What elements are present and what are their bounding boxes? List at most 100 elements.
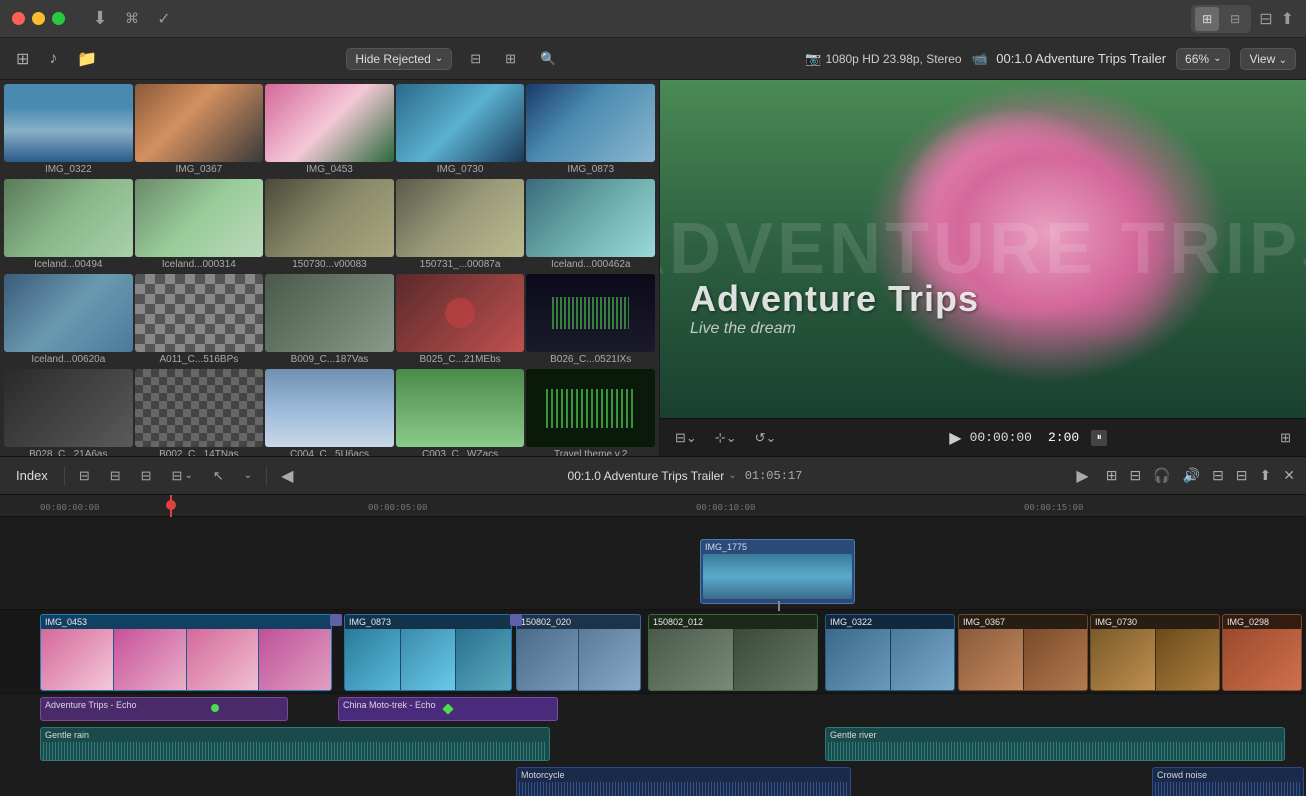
media-item[interactable]: IMG_0873 [526,84,655,177]
clip-height-btn-2[interactable]: ⊟ [135,465,158,487]
media-thumbnail [4,274,133,352]
zoom-out-btn[interactable]: ⊟ [1126,464,1144,487]
layout-btn[interactable]: ⊞ [499,48,522,70]
audio-clip-gentle-river[interactable]: Gentle river [825,727,1285,761]
media-browser: IMG_0322 IMG_0367 IMG_0453 IMG_0730 IMG_… [0,80,660,456]
select-tool-btn[interactable]: ↖ [207,465,230,487]
close-button[interactable] [12,12,25,25]
media-item[interactable]: Iceland...00620a [4,274,133,367]
video-clip-img0367[interactable]: IMG_0367 [958,614,1088,691]
video-clip-150802-012[interactable]: 150802_012 [648,614,818,691]
play-button[interactable]: ▶ [949,428,961,448]
overlay-subtitle: Live the dream [690,320,979,338]
viewer-settings-btn[interactable]: ⊟⌄ [670,428,702,448]
chevron-icon: ⌄ [435,53,443,64]
clip-label: IMG_1775 [701,540,854,554]
clip-view-btn[interactable]: ⊟ [1209,464,1227,487]
zoom-value: 66% [1185,52,1209,66]
media-item[interactable]: IMG_0367 [135,84,264,177]
audio-clip-adventure-trips[interactable]: Adventure Trips - Echo [40,697,288,721]
media-item[interactable]: B009_C...187Vas [265,274,394,367]
video-clip-img0730[interactable]: IMG_0730 [1090,614,1220,691]
media-item[interactable]: IMG_0322 [4,84,133,177]
hide-rejected-button[interactable]: Hide Rejected ⌄ [346,48,452,70]
media-item[interactable]: B025_C...21MEbs [396,274,525,367]
viewer-color-btn[interactable]: ↺⌄ [750,428,782,448]
timecode-display: 00:00:00 [970,430,1032,445]
video-clip-img0298[interactable]: IMG_0298 [1222,614,1302,691]
media-thumbnail [265,179,394,257]
key-icon[interactable]: ⌘ [120,7,144,31]
video-clip-150802-020[interactable]: 150802_020 [516,614,641,691]
toolbar-right: 📷 1080p HD 23.98p, Stereo 📹 00:1.0 Adven… [805,48,1296,70]
traffic-lights: ⬇ ⌘ ✓ [12,7,176,31]
view-label: View [1249,52,1275,66]
timeline-tracks: 00:00:00:00 00:00:05:00 00:00:10:00 00:0… [0,495,1306,796]
duration-display: 2:00 [1048,430,1079,445]
media-item[interactable]: Iceland...000462a [526,179,655,272]
lifted-clip[interactable]: IMG_1775 [700,539,855,604]
maximize-button[interactable] [52,12,65,25]
video-clip-img0453[interactable]: IMG_0453 [40,614,332,691]
clip-frame [401,629,456,690]
check-icon[interactable]: ✓ [152,7,176,31]
next-clip-btn[interactable]: ▶ [1070,463,1094,489]
media-thumbnail [135,369,264,447]
headphones-btn[interactable]: 🎧 [1150,464,1173,487]
media-thumbnail [4,179,133,257]
minimize-button[interactable] [32,12,45,25]
index-panel-btn[interactable]: ⊟ [1233,464,1251,487]
media-item[interactable]: IMG_0730 [396,84,525,177]
media-item[interactable]: C003_C...WZacs [396,369,525,456]
media-thumbnail [265,369,394,447]
grid-view-icon[interactable]: ⊞ [1195,7,1219,31]
music-btn[interactable]: ♪ [43,47,63,71]
zoom-in-btn[interactable]: ⊞ [1103,464,1121,487]
library-btn[interactable]: ⊞ [10,46,35,72]
media-item[interactable]: 150731_...00087a [396,179,525,272]
share-btn[interactable]: ⬆ [1257,464,1275,487]
media-item[interactable]: Iceland...00494 [4,179,133,272]
clip-frame [456,629,511,690]
projects-btn[interactable]: 📁 [71,46,103,72]
media-item[interactable]: B026_C...0521IXs [526,274,655,367]
search-btn[interactable]: 🔍 [534,48,562,70]
audio-clip-china-moto-trek[interactable]: China Moto-trek - Echo [338,697,558,721]
clip-frame [187,629,259,690]
tool-options-btn[interactable]: ⌄ [238,467,258,484]
clip-connection-line [778,601,780,611]
media-item[interactable]: IMG_0453 [265,84,394,177]
index-button[interactable]: Index [8,465,56,486]
media-label: IMG_0873 [526,162,655,177]
viewer-transform-btn[interactable]: ⊹⌄ [710,428,742,448]
media-item[interactable]: A011_C...516BPs [135,274,264,367]
view-button[interactable]: View ⌄ [1240,48,1296,70]
timeline-ruler: 00:00:00:00 00:00:05:00 00:00:10:00 00:0… [0,495,1306,517]
media-item[interactable]: C004_C...5U6acs [265,369,394,456]
video-clip-img0873[interactable]: IMG_0873 [344,614,512,691]
column-view-icon[interactable]: ⊟ [1223,7,1247,31]
audio-clip-gentle-rain[interactable]: Gentle rain [40,727,550,761]
adjustments-icon[interactable]: ⊟ [1259,9,1272,29]
export-icon[interactable]: ⬆ [1281,9,1294,29]
prev-clip-btn[interactable]: ◀ [275,463,299,489]
fullscreen-btn[interactable]: ⊞ [1275,428,1296,448]
toolbar-separator [64,466,65,486]
video-clip-img0322[interactable]: IMG_0322 [825,614,955,691]
ruler-mark: 00:00:15:00 [1024,503,1083,513]
media-item[interactable]: B002_C...14TNas [135,369,264,456]
display-mode-btn[interactable]: ⊟⌄ [166,465,199,487]
close-timeline-btn[interactable]: ✕ [1280,464,1298,487]
audio-btn[interactable]: 🔊 [1180,464,1203,487]
media-item[interactable]: Iceland...000314 [135,179,264,272]
clip-frame [891,629,955,690]
clip-height-btn[interactable]: ⊟ [104,465,127,487]
media-item[interactable]: Travel theme v.2 [526,369,655,456]
clip-appearance-btn[interactable]: ⊟ [73,465,96,487]
media-thumbnail [135,179,264,257]
filter-btn[interactable]: ⊟ [464,48,487,70]
download-icon[interactable]: ⬇ [88,7,112,31]
zoom-level[interactable]: 66% ⌄ [1176,48,1230,70]
media-item[interactable]: 150730...v00083 [265,179,394,272]
media-item[interactable]: B028_C...21A6as [4,369,133,456]
